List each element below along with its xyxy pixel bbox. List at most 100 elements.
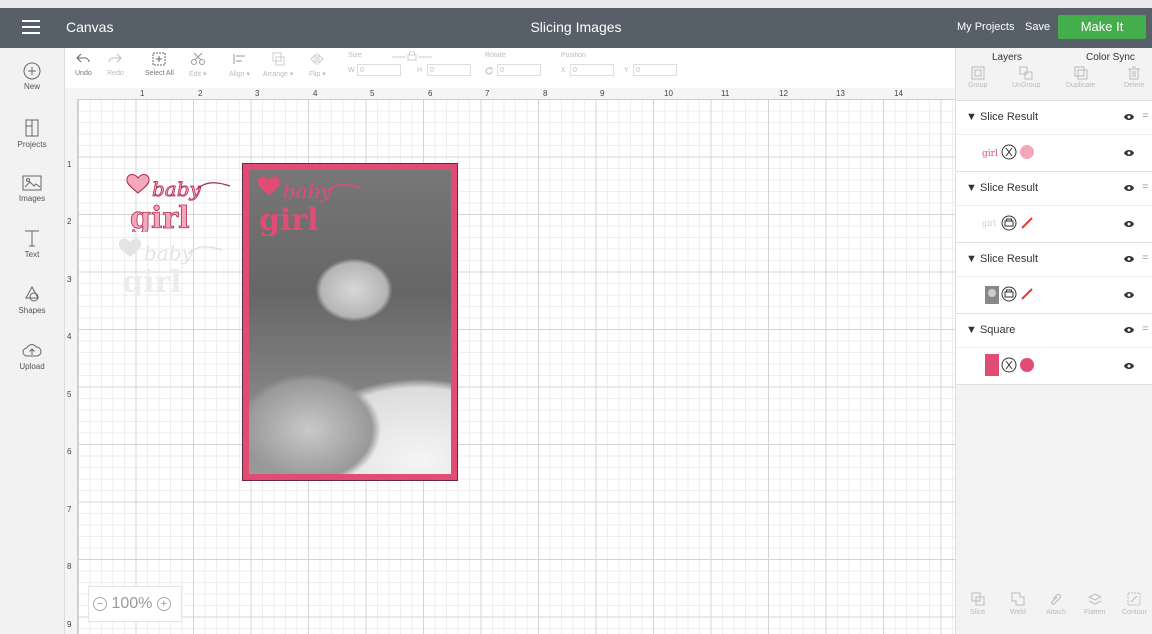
sidebar-item-shapes[interactable]: Shapes bbox=[0, 284, 64, 315]
arrange-menu[interactable]: Arrange ▾ bbox=[263, 52, 293, 78]
redo-button[interactable]: Redo bbox=[107, 52, 124, 77]
ruler-tick: 1 bbox=[140, 89, 145, 98]
drag-handle-icon[interactable]: = bbox=[1142, 252, 1148, 264]
edit-toolbar: Undo Redo Select All Edit ▾ Align ▾ Arra… bbox=[65, 48, 955, 89]
frame-baby-girl-text: baby girl bbox=[257, 176, 362, 236]
arrange-label: Arrange bbox=[263, 71, 288, 78]
projects-icon bbox=[25, 119, 39, 137]
layer-name: ▼ Square bbox=[966, 324, 1016, 336]
zoom-out-button[interactable]: − bbox=[93, 596, 107, 611]
layer-group[interactable]: ▼ Square = bbox=[956, 313, 1152, 347]
undo-button[interactable]: Undo bbox=[75, 52, 92, 77]
slice-label: Slice bbox=[970, 609, 986, 616]
layer-item[interactable] bbox=[956, 276, 1152, 313]
edit-menu[interactable]: Edit ▾ bbox=[189, 52, 207, 78]
sidebar-item-images[interactable]: Images bbox=[0, 174, 64, 203]
rotate-field[interactable]: 0 bbox=[497, 64, 541, 76]
height-field[interactable]: 0 bbox=[427, 64, 471, 76]
ruler-tick: 11 bbox=[721, 89, 730, 98]
baby-girl-faded[interactable]: baby girl bbox=[118, 236, 224, 296]
square-frame[interactable]: baby girl bbox=[242, 163, 458, 481]
ruler-tick: 2 bbox=[198, 89, 203, 98]
layer-item[interactable] bbox=[956, 347, 1152, 385]
eye-icon[interactable] bbox=[1123, 113, 1135, 121]
eye-icon[interactable] bbox=[1123, 255, 1135, 263]
lock-icon[interactable] bbox=[390, 51, 434, 61]
ruler-tick: 1 bbox=[67, 160, 72, 169]
width-field[interactable]: 0 bbox=[357, 64, 401, 76]
group-button[interactable]: Group bbox=[968, 66, 987, 89]
ruler-tick: 4 bbox=[313, 89, 318, 98]
align-menu[interactable]: Align ▾ bbox=[229, 52, 250, 78]
color-swatch[interactable] bbox=[1019, 357, 1035, 373]
color-swatch[interactable] bbox=[1019, 144, 1035, 160]
select-all-button[interactable]: Select All bbox=[145, 52, 174, 77]
svg-text:girl: girl bbox=[982, 219, 997, 228]
sidebar-item-projects[interactable]: Projects bbox=[0, 118, 64, 149]
eye-icon[interactable] bbox=[1123, 362, 1135, 370]
layers-list: ▼ Slice Result = girl ▼ Slice Result = g… bbox=[956, 100, 1152, 385]
eye-icon[interactable] bbox=[1123, 184, 1135, 192]
drag-handle-icon[interactable]: = bbox=[1142, 110, 1148, 122]
edit-label: Edit bbox=[189, 71, 202, 78]
layer-item[interactable]: girl bbox=[956, 205, 1152, 242]
group-icon bbox=[971, 66, 985, 80]
ruler-tick: 5 bbox=[370, 89, 375, 98]
select-all-label: Select All bbox=[145, 70, 174, 77]
ungroup-button[interactable]: UnGroup bbox=[1012, 66, 1040, 89]
group-label: Group bbox=[968, 82, 988, 89]
contour-button[interactable]: Contour bbox=[1122, 592, 1147, 616]
zoom-control: − 100% + bbox=[88, 586, 182, 622]
x-field[interactable]: 0 bbox=[570, 64, 614, 76]
drag-handle-icon[interactable]: = bbox=[1142, 323, 1148, 335]
make-it-button[interactable]: Make It bbox=[1058, 15, 1146, 39]
ruler-tick: 4 bbox=[67, 332, 72, 341]
ruler-tick: 12 bbox=[779, 89, 788, 98]
drag-handle-icon[interactable]: = bbox=[1142, 181, 1148, 193]
no-color-swatch[interactable] bbox=[1019, 286, 1035, 302]
my-projects-link[interactable]: My Projects bbox=[957, 21, 1014, 33]
ruler-tick: 14 bbox=[894, 89, 903, 98]
baby-girl-sticker[interactable]: baby girl bbox=[126, 172, 232, 232]
attach-button[interactable]: Attach bbox=[1046, 592, 1066, 616]
contour-label: Contour bbox=[1122, 609, 1147, 616]
eye-icon[interactable] bbox=[1123, 149, 1135, 157]
delete-button[interactable]: Delete bbox=[1124, 66, 1144, 89]
size-label: Size bbox=[348, 52, 362, 59]
layer-name: ▼ Slice Result bbox=[966, 182, 1039, 194]
layer-group[interactable]: ▼ Slice Result = bbox=[956, 171, 1152, 205]
weld-button[interactable]: Weld bbox=[1010, 592, 1026, 616]
ruler-tick: 9 bbox=[600, 89, 605, 98]
layer-item[interactable]: girl bbox=[956, 134, 1152, 171]
sidebar-item-new[interactable]: New bbox=[0, 62, 64, 91]
ruler-tick: 6 bbox=[428, 89, 433, 98]
shapes-icon bbox=[25, 285, 39, 302]
eye-icon[interactable] bbox=[1123, 326, 1135, 334]
tab-color-sync[interactable]: Color Sync bbox=[1086, 52, 1135, 63]
no-color-swatch[interactable] bbox=[1019, 215, 1035, 231]
undo-icon bbox=[76, 53, 90, 63]
layer-group[interactable]: ▼ Slice Result = bbox=[956, 242, 1152, 276]
flatten-button[interactable]: Flatten bbox=[1084, 592, 1105, 616]
duplicate-button[interactable]: Duplicate bbox=[1066, 66, 1095, 89]
layer-group[interactable]: ▼ Slice Result = bbox=[956, 100, 1152, 134]
ruler-top: 1 2 3 4 5 6 7 8 9 10 11 12 13 14 bbox=[65, 88, 955, 100]
eye-icon[interactable] bbox=[1123, 291, 1135, 299]
zoom-in-button[interactable]: + bbox=[156, 596, 171, 611]
frame-text-line1: baby bbox=[283, 179, 333, 203]
y-field[interactable]: 0 bbox=[633, 64, 677, 76]
sidebar-item-upload[interactable]: Upload bbox=[0, 342, 64, 371]
sidebar-item-text[interactable]: Text bbox=[0, 228, 64, 259]
svg-text:girl: girl bbox=[982, 149, 998, 159]
eye-icon[interactable] bbox=[1123, 220, 1135, 228]
sticker-text-line1: baby bbox=[152, 177, 202, 201]
trash-icon bbox=[1128, 66, 1141, 80]
slice-button[interactable]: Slice bbox=[970, 592, 985, 616]
tab-layers[interactable]: Layers bbox=[992, 52, 1022, 63]
ruler-tick: 3 bbox=[255, 89, 260, 98]
save-link[interactable]: Save bbox=[1025, 21, 1050, 33]
weld-label: Weld bbox=[1010, 609, 1026, 616]
flip-menu[interactable]: Flip ▾ bbox=[309, 52, 326, 78]
design-canvas[interactable] bbox=[65, 88, 955, 634]
layer-thumbnail: girl bbox=[982, 149, 998, 159]
